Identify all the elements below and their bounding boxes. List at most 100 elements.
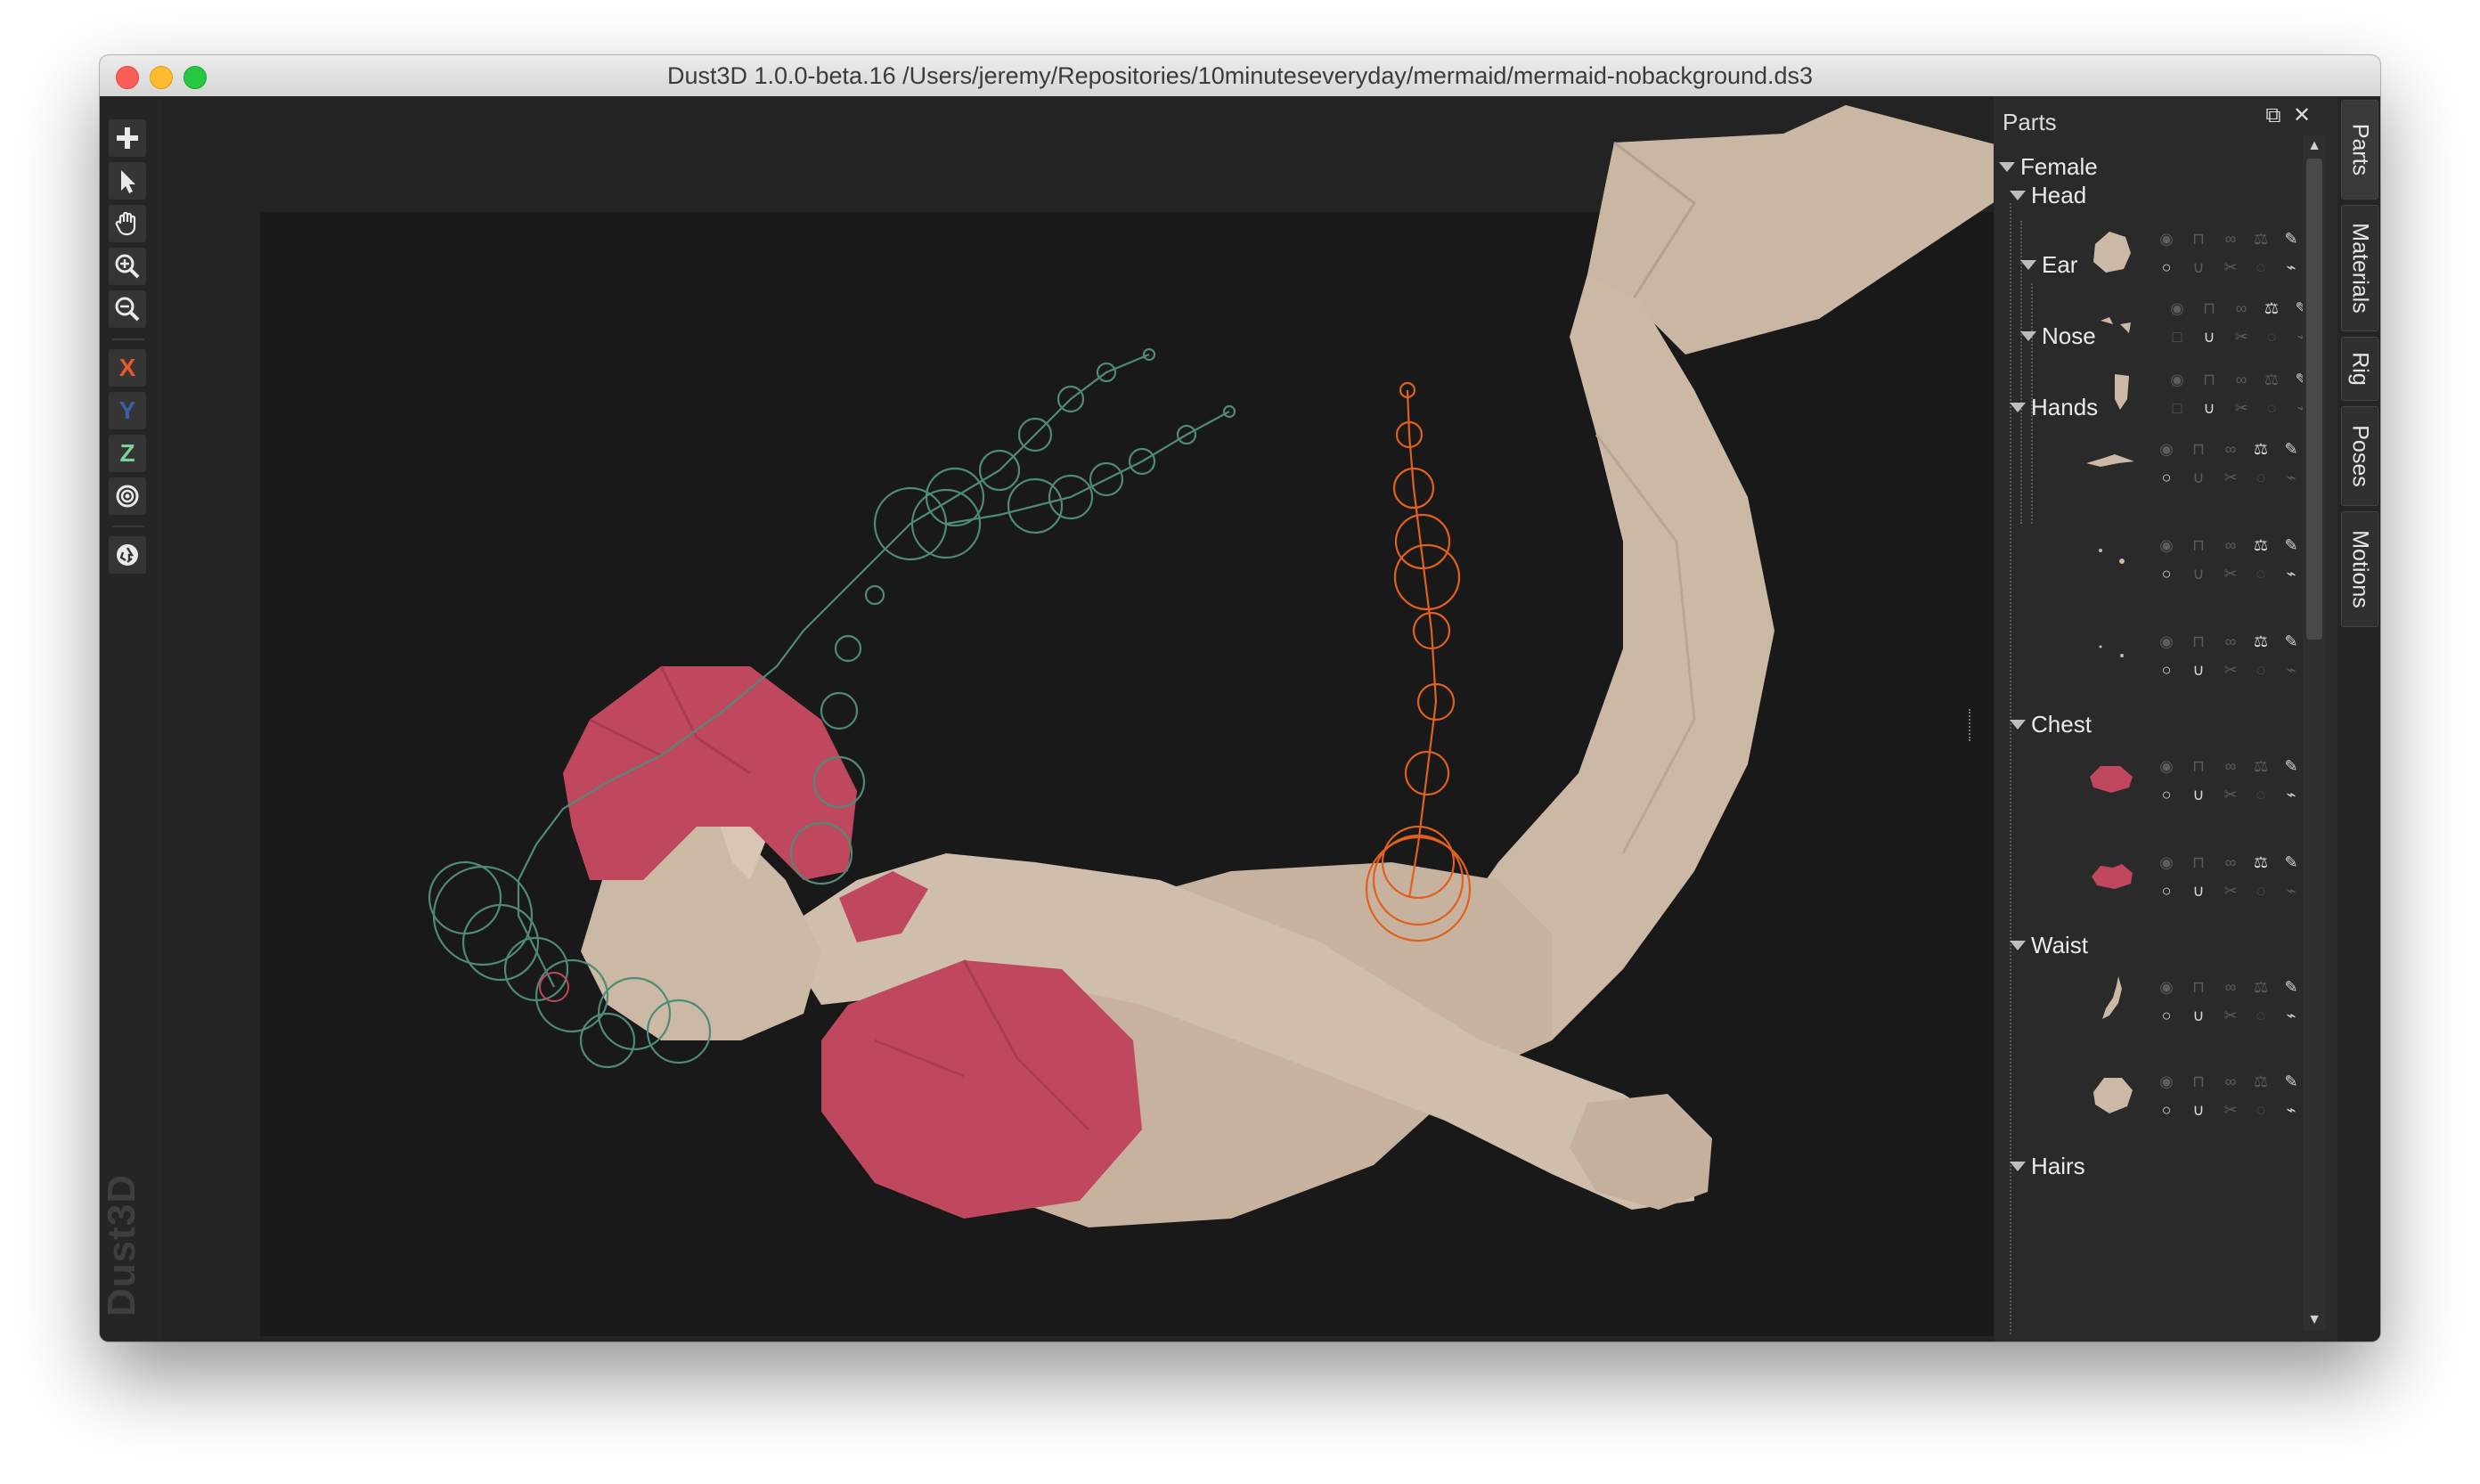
eye-icon[interactable]: ◉ [2168,299,2186,317]
lock-icon[interactable]: ⊓ [2190,978,2207,996]
smooth-icon[interactable]: ○ [2158,1101,2175,1119]
tree-group-hairs[interactable]: Hairs [2010,1153,2085,1180]
chevron-down-icon[interactable] [1999,162,2015,172]
smooth-icon[interactable]: □ [2168,328,2186,346]
smooth-icon[interactable]: □ [2168,399,2186,417]
smooth-icon[interactable]: ○ [2158,565,2175,583]
smooth-icon[interactable]: ○ [2158,882,2175,900]
link-icon[interactable]: ∞ [2222,1072,2239,1090]
link-icon[interactable]: ∞ [2222,440,2239,458]
round-icon[interactable]: ◌ [2252,1007,2270,1024]
balance-icon[interactable]: ⚖ [2252,536,2270,554]
magnet-icon[interactable]: ∪ [2190,661,2207,679]
tab-rig[interactable]: Rig [2341,337,2378,401]
lock-icon[interactable]: ⊓ [2190,853,2207,871]
brush-icon[interactable]: ⌁ [2282,661,2300,679]
part-row-waist-1[interactable]: ◉ ⊓ ∞ ⚖ ✎ ○ ∪ ✂ ◌ ⌁ [2047,953,2298,1042]
round-icon[interactable]: ◌ [2252,258,2270,276]
smooth-icon[interactable]: ○ [2158,661,2175,679]
part-row-hand-2[interactable]: ◉ ⊓ ∞ ⚖ ✎ ○ ∪ ✂ ◌ ⌁ [2047,511,2298,600]
tab-parts[interactable]: Parts [2341,100,2378,200]
cut-icon[interactable]: ✂ [2222,661,2239,679]
eye-icon[interactable]: ◉ [2158,757,2175,775]
magnet-icon[interactable]: ∪ [2190,786,2207,803]
balance-icon[interactable]: ⚖ [2252,230,2270,248]
cut-icon[interactable]: ✂ [2222,258,2239,276]
brush-icon[interactable]: ⌁ [2282,1101,2300,1119]
smooth-icon[interactable]: ○ [2158,258,2175,276]
brush-icon[interactable]: ⌁ [2282,258,2300,276]
brush-icon[interactable]: ⌁ [2282,1007,2300,1024]
color-picker-icon[interactable]: ✎ [2282,1072,2300,1090]
eye-icon[interactable]: ◉ [2158,536,2175,554]
balance-icon[interactable]: ⚖ [2263,299,2280,317]
smooth-icon[interactable]: ○ [2158,1007,2175,1024]
brush-icon[interactable]: ⌁ [2282,565,2300,583]
magnet-icon[interactable]: ∪ [2200,328,2218,346]
cut-icon[interactable]: ✂ [2222,1101,2239,1119]
scroll-up-icon[interactable]: ▲ [2303,135,2326,157]
round-icon[interactable]: ◌ [2252,786,2270,803]
balance-icon[interactable]: ⚖ [2252,978,2270,996]
round-icon[interactable]: ◌ [2252,882,2270,900]
round-icon[interactable]: ◌ [2252,1101,2270,1119]
smooth-icon[interactable]: ○ [2158,786,2175,803]
link-icon[interactable]: ∞ [2222,757,2239,775]
scroll-down-icon[interactable]: ▼ [2303,1309,2326,1331]
round-icon[interactable]: ◌ [2252,469,2270,486]
balance-icon[interactable]: ⚖ [2263,371,2280,388]
mermaid-model-render[interactable] [162,96,2060,1341]
recycle-button[interactable] [109,536,146,574]
add-tool-button[interactable] [109,119,146,157]
eye-icon[interactable]: ◉ [2158,230,2175,248]
lock-icon[interactable]: ⊓ [2190,757,2207,775]
tab-motions[interactable]: Motions [2341,511,2378,627]
parts-scrollbar[interactable]: ▲ ▼ [2303,135,2326,1331]
cut-icon[interactable]: ✂ [2222,565,2239,583]
chevron-down-icon[interactable] [2010,191,2026,200]
magnet-icon[interactable]: ∪ [2190,1007,2207,1024]
color-picker-icon[interactable]: ✎ [2282,978,2300,996]
color-picker-icon[interactable]: ✎ [2282,230,2300,248]
eye-icon[interactable]: ◉ [2158,1072,2175,1090]
chevron-down-icon[interactable] [2010,941,2026,950]
smooth-icon[interactable]: ○ [2158,469,2175,486]
part-row-chest-1[interactable]: ◉ ⊓ ∞ ⚖ ✎ ○ ∪ ✂ ◌ ⌁ [2047,732,2298,821]
link-icon[interactable]: ∞ [2222,978,2239,996]
magnet-icon[interactable]: ∪ [2190,1101,2207,1119]
chevron-down-icon[interactable] [2010,403,2026,412]
link-icon[interactable]: ∞ [2232,371,2250,388]
eye-icon[interactable]: ◉ [2158,978,2175,996]
brush-icon[interactable]: ⌁ [2282,469,2300,486]
round-icon[interactable]: ◌ [2263,328,2280,346]
balance-icon[interactable]: ⚖ [2252,632,2270,650]
color-picker-icon[interactable]: ✎ [2282,440,2300,458]
magnet-icon[interactable]: ∪ [2190,258,2207,276]
lock-icon[interactable]: ⊓ [2190,536,2207,554]
lock-icon[interactable]: ⊓ [2200,371,2218,388]
x-axis-lock-button[interactable]: X [109,349,146,387]
cut-icon[interactable]: ✂ [2222,1007,2239,1024]
balance-icon[interactable]: ⚖ [2252,440,2270,458]
part-row-hand-3[interactable]: ◉ ⊓ ∞ ⚖ ✎ ○ ∪ ✂ ◌ ⌁ [2047,607,2298,697]
radius-lock-button[interactable] [109,477,146,515]
brush-icon[interactable]: ⌁ [2282,786,2300,803]
part-row-waist-2[interactable]: ◉ ⊓ ∞ ⚖ ✎ ○ ∪ ✂ ◌ ⌁ [2047,1048,2298,1137]
z-axis-lock-button[interactable]: Z [109,435,146,472]
link-icon[interactable]: ∞ [2222,853,2239,871]
brush-icon[interactable]: ⌁ [2282,882,2300,900]
panel-splitter[interactable] [1969,709,1976,741]
round-icon[interactable]: ◌ [2263,399,2280,417]
lock-icon[interactable]: ⊓ [2190,440,2207,458]
link-icon[interactable]: ∞ [2222,230,2239,248]
tree-group-female[interactable]: Female [1999,153,2098,181]
chevron-down-icon[interactable] [2010,1162,2026,1171]
chevron-down-icon[interactable] [2020,331,2036,341]
cut-icon[interactable]: ✂ [2222,882,2239,900]
scrollbar-thumb[interactable] [2306,159,2322,640]
cut-icon[interactable]: ✂ [2222,469,2239,486]
color-picker-icon[interactable]: ✎ [2282,757,2300,775]
magnet-icon[interactable]: ∪ [2190,882,2207,900]
zoom-out-tool-button[interactable] [109,290,146,328]
eye-icon[interactable]: ◉ [2158,632,2175,650]
